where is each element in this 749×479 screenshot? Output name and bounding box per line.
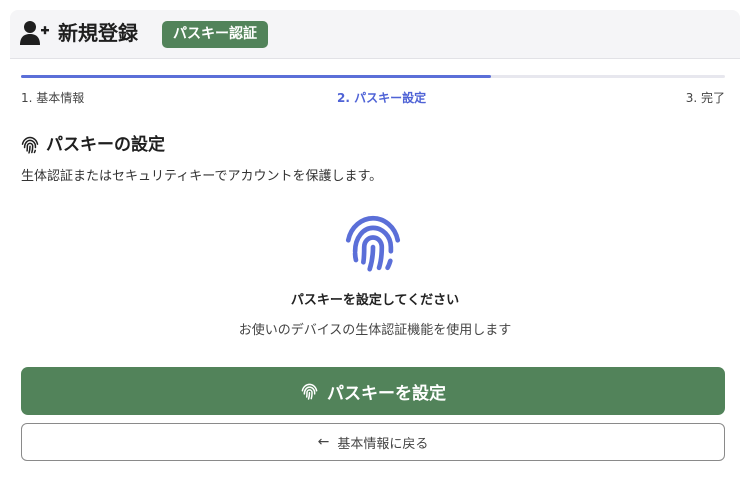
page-title: 新規登録 [58, 21, 138, 45]
step-complete: 3. 完了 [685, 91, 725, 105]
registration-card: 新規登録 パスキー認証 1. 基本情報 2. パスキー設定 3. 完了 パスキー… [10, 10, 740, 470]
arrow-left-icon: ← [317, 434, 330, 450]
fingerprint-icon [345, 215, 401, 272]
fingerprint-icon [301, 383, 318, 400]
section-heading: パスキーの設定 [20, 134, 165, 156]
fingerprint-icon [21, 136, 39, 154]
auth-method-badge: パスキー認証 [162, 21, 268, 48]
progress-fill [21, 75, 491, 78]
progress-track [21, 75, 725, 78]
back-button-label: 基本情報に戻る [337, 436, 429, 452]
card-header: 新規登録 パスキー認証 [10, 10, 740, 59]
setup-passkey-button[interactable]: パスキーを設定 [21, 367, 725, 415]
setup-passkey-label: パスキーを設定 [327, 383, 446, 404]
user-plus-icon [20, 21, 49, 45]
prompt-title: パスキーを設定してください [290, 293, 460, 308]
back-to-basic-info-button[interactable]: ← 基本情報に戻る [21, 423, 725, 461]
step-passkey-setup: 2. パスキー設定 [337, 91, 427, 105]
prompt-subtitle: お使いのデバイスの生体認証機能を使用します [238, 323, 512, 338]
section-description: 生体認証またはセキュリティキーでアカウントを保護します。 [21, 169, 383, 184]
step-basic-info: 1. 基本情報 [21, 91, 85, 105]
section-title: パスキーの設定 [46, 135, 165, 155]
